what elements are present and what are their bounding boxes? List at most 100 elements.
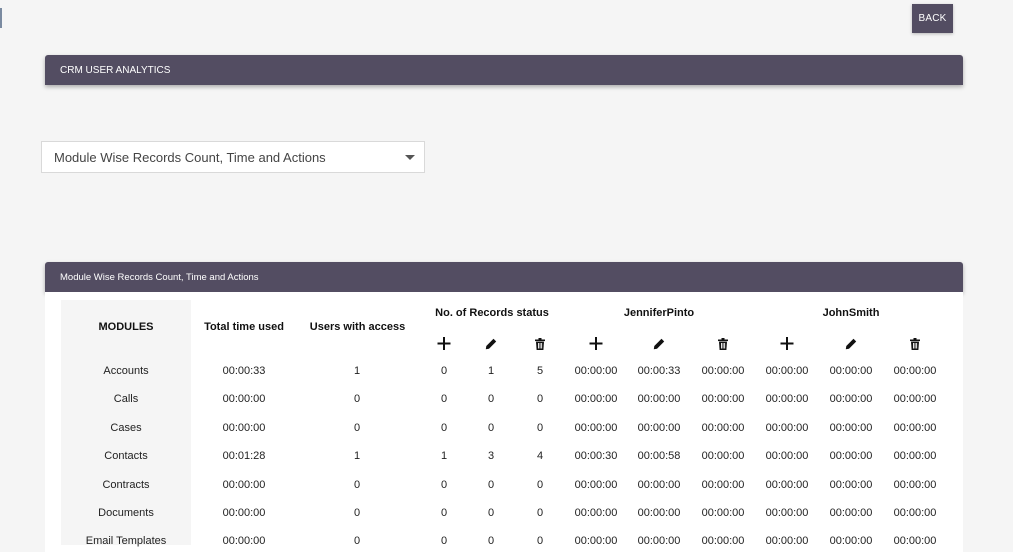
user2-add-time-cell: 00:00:00 <box>765 450 809 462</box>
user2-add-time-cell: 00:00:00 <box>765 422 809 434</box>
col-header-users-access: Users with access <box>309 321 406 333</box>
user2-edit-time-cell: 00:00:00 <box>829 365 873 377</box>
trash-icon <box>535 337 545 355</box>
user1-edit-time-cell: 00:00:58 <box>637 450 681 462</box>
user2-edit-time-cell: 00:00:00 <box>829 393 873 405</box>
user1-delete-time-cell: 00:00:00 <box>701 365 745 377</box>
trash-icon <box>910 337 920 355</box>
total-time-cell: 00:01:28 <box>222 450 266 462</box>
total-time-cell: 00:00:00 <box>222 422 266 434</box>
col-header-user-2: JohnSmith <box>822 307 880 319</box>
records-edited-cell: 0 <box>487 393 495 405</box>
report-type-select[interactable]: Module Wise Records Count, Time and Acti… <box>41 141 425 173</box>
user2-delete-time-cell: 00:00:00 <box>893 479 937 491</box>
user2-edit-time-cell: 00:00:00 <box>829 507 873 519</box>
module-cell: Documents <box>98 507 154 519</box>
user1-add-time-cell: 00:00:00 <box>574 365 618 377</box>
total-time-cell: 00:00:00 <box>222 479 266 491</box>
records-added-cell: 0 <box>440 365 448 377</box>
records-added-cell: 0 <box>440 393 448 405</box>
total-time-cell: 00:00:00 <box>222 535 266 547</box>
col-header-total-time: Total time used <box>204 321 284 333</box>
back-button[interactable]: BACK <box>912 4 953 33</box>
records-edited-cell: 0 <box>487 479 495 491</box>
user2-add-time-cell: 00:00:00 <box>765 507 809 519</box>
pencil-icon <box>653 337 665 355</box>
records-edited-cell: 3 <box>487 450 495 462</box>
user1-add-time-cell: 00:00:00 <box>574 393 618 405</box>
records-deleted-cell: 4 <box>536 450 544 462</box>
user1-delete-time-cell: 00:00:00 <box>701 535 745 547</box>
user1-add-time-cell: 00:00:00 <box>574 535 618 547</box>
user2-delete-time-cell: 00:00:00 <box>893 535 937 547</box>
table-panel-header: Module Wise Records Count, Time and Acti… <box>45 262 963 292</box>
page-title: CRM USER ANALYTICS <box>60 64 171 76</box>
col-header-records-status: No. of Records status <box>435 307 549 319</box>
records-deleted-cell: 5 <box>536 365 544 377</box>
module-cell: Accounts <box>103 365 149 377</box>
user2-edit-time-cell: 00:00:00 <box>829 479 873 491</box>
user2-add-time-cell: 00:00:00 <box>765 393 809 405</box>
module-cell: Calls <box>113 393 139 405</box>
left-edge-handle <box>0 8 2 28</box>
plus-icon <box>780 337 794 355</box>
plus-icon <box>437 337 451 355</box>
user2-edit-time-cell: 00:00:00 <box>829 535 873 547</box>
records-deleted-cell: 0 <box>536 535 544 547</box>
records-edited-cell: 1 <box>487 365 495 377</box>
module-cell: Email Templates <box>85 535 167 547</box>
access-cell: 0 <box>353 393 361 405</box>
user2-add-time-cell: 00:00:00 <box>765 535 809 547</box>
page-title-bar: CRM USER ANALYTICS <box>45 55 963 85</box>
user1-edit-time-cell: 00:00:00 <box>637 479 681 491</box>
user1-delete-time-cell: 00:00:00 <box>701 507 745 519</box>
module-cell: Contacts <box>104 450 148 462</box>
user1-edit-time-cell: 00:00:00 <box>637 507 681 519</box>
access-cell: 0 <box>353 422 361 434</box>
records-deleted-cell: 0 <box>536 507 544 519</box>
user1-edit-time-cell: 00:00:00 <box>637 422 681 434</box>
report-type-select-value: Module Wise Records Count, Time and Acti… <box>54 149 326 165</box>
col-header-user-1: JenniferPinto <box>623 307 695 319</box>
user2-delete-time-cell: 00:00:00 <box>893 365 937 377</box>
total-time-cell: 00:00:00 <box>222 507 266 519</box>
total-time-cell: 00:00:33 <box>222 365 266 377</box>
user2-delete-time-cell: 00:00:00 <box>893 393 937 405</box>
pencil-icon <box>845 337 857 355</box>
chevron-down-icon <box>405 155 415 160</box>
user1-edit-time-cell: 00:00:00 <box>637 393 681 405</box>
records-added-cell: 1 <box>440 450 448 462</box>
user1-edit-time-cell: 00:00:33 <box>637 365 681 377</box>
user2-edit-time-cell: 00:00:00 <box>829 450 873 462</box>
module-cell: Contracts <box>102 479 150 491</box>
records-added-cell: 0 <box>440 479 448 491</box>
access-cell: 0 <box>353 535 361 547</box>
user1-delete-time-cell: 00:00:00 <box>701 479 745 491</box>
access-cell: 0 <box>353 507 361 519</box>
user2-add-time-cell: 00:00:00 <box>765 365 809 377</box>
plus-icon <box>589 337 603 355</box>
table-panel-title: Module Wise Records Count, Time and Acti… <box>60 271 259 283</box>
records-edited-cell: 0 <box>487 535 495 547</box>
records-added-cell: 0 <box>440 422 448 434</box>
pencil-icon <box>485 337 497 355</box>
total-time-cell: 00:00:00 <box>222 393 266 405</box>
records-deleted-cell: 0 <box>536 479 544 491</box>
user1-add-time-cell: 00:00:00 <box>574 422 618 434</box>
access-cell: 1 <box>353 365 361 377</box>
records-added-cell: 0 <box>440 535 448 547</box>
access-cell: 0 <box>353 479 361 491</box>
access-cell: 1 <box>353 450 361 462</box>
user1-delete-time-cell: 00:00:00 <box>701 450 745 462</box>
user1-delete-time-cell: 00:00:00 <box>701 422 745 434</box>
user2-delete-time-cell: 00:00:00 <box>893 507 937 519</box>
user1-edit-time-cell: 00:00:00 <box>637 535 681 547</box>
user2-edit-time-cell: 00:00:00 <box>829 422 873 434</box>
user2-add-time-cell: 00:00:00 <box>765 479 809 491</box>
user1-add-time-cell: 00:00:00 <box>574 479 618 491</box>
records-deleted-cell: 0 <box>536 422 544 434</box>
user2-delete-time-cell: 00:00:00 <box>893 422 937 434</box>
user1-add-time-cell: 00:00:30 <box>574 450 618 462</box>
module-cell: Cases <box>110 422 142 434</box>
col-header-modules: MODULES <box>98 321 154 333</box>
